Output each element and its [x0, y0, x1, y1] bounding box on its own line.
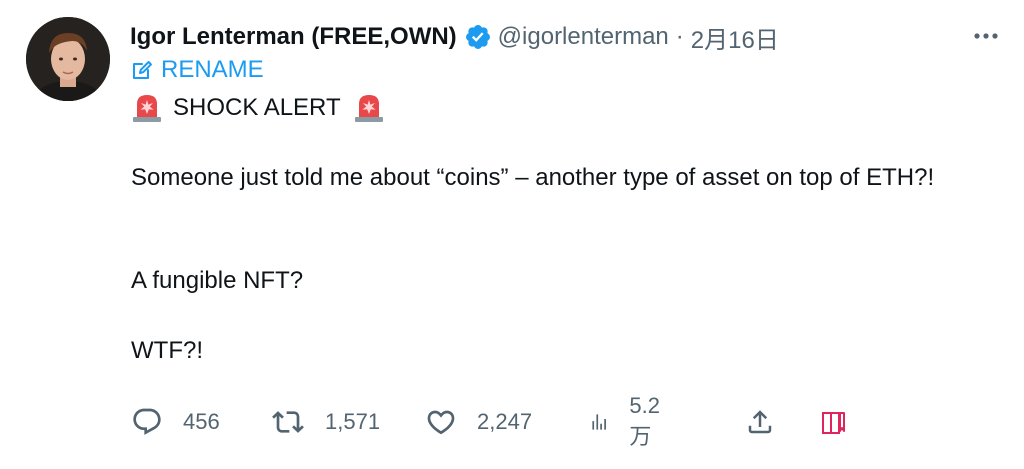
like-button[interactable]: 2,247	[425, 400, 532, 444]
rename-link[interactable]: RENAME	[131, 54, 264, 86]
tweet: Igor Lenterman (FREE,OWN) @igorlenterman…	[0, 0, 1024, 469]
retweet-count: 1,571	[325, 409, 381, 434]
police-light-icon	[131, 92, 163, 124]
timestamp[interactable]: 2月16日	[691, 20, 779, 55]
heart-icon	[427, 410, 455, 435]
reply-icon	[133, 408, 161, 435]
more-options-button[interactable]	[970, 22, 1002, 50]
reply-count: 456	[183, 409, 220, 434]
share-icon	[748, 410, 772, 434]
edit-icon	[133, 61, 152, 79]
bookmark-button[interactable]	[819, 400, 849, 444]
share-button[interactable]	[745, 400, 775, 444]
views-count: 5.2万	[629, 393, 660, 449]
retweet-icon	[272, 411, 304, 433]
police-light-icon	[353, 92, 385, 124]
alert-line: SHOCK ALERT	[131, 91, 385, 124]
tweet-paragraph: A fungible NFT?	[131, 267, 304, 294]
reply-button[interactable]: 456	[131, 400, 220, 444]
avatar[interactable]	[26, 17, 110, 101]
like-count: 2,247	[477, 409, 533, 434]
views-button[interactable]: 5.2万	[589, 393, 668, 449]
display-name[interactable]: Igor Lenterman (FREE,OWN)	[130, 23, 457, 51]
tweet-paragraph: WTF?!	[131, 337, 203, 364]
more-icon	[974, 33, 998, 39]
handle[interactable]: @igorlenterman	[498, 23, 669, 51]
tweet-header: Igor Lenterman (FREE,OWN) @igorlenterman…	[130, 17, 779, 57]
rename-label: RENAME	[161, 56, 264, 83]
tweet-paragraph: Someone just told me about “coins” – ano…	[131, 164, 935, 191]
bookmark-icon	[822, 412, 845, 434]
views-icon	[592, 414, 606, 430]
retweet-button[interactable]: 1,571	[271, 400, 380, 444]
alert-text: SHOCK ALERT	[173, 94, 341, 121]
separator-dot: ·	[675, 23, 684, 50]
verified-badge-icon	[464, 23, 492, 51]
